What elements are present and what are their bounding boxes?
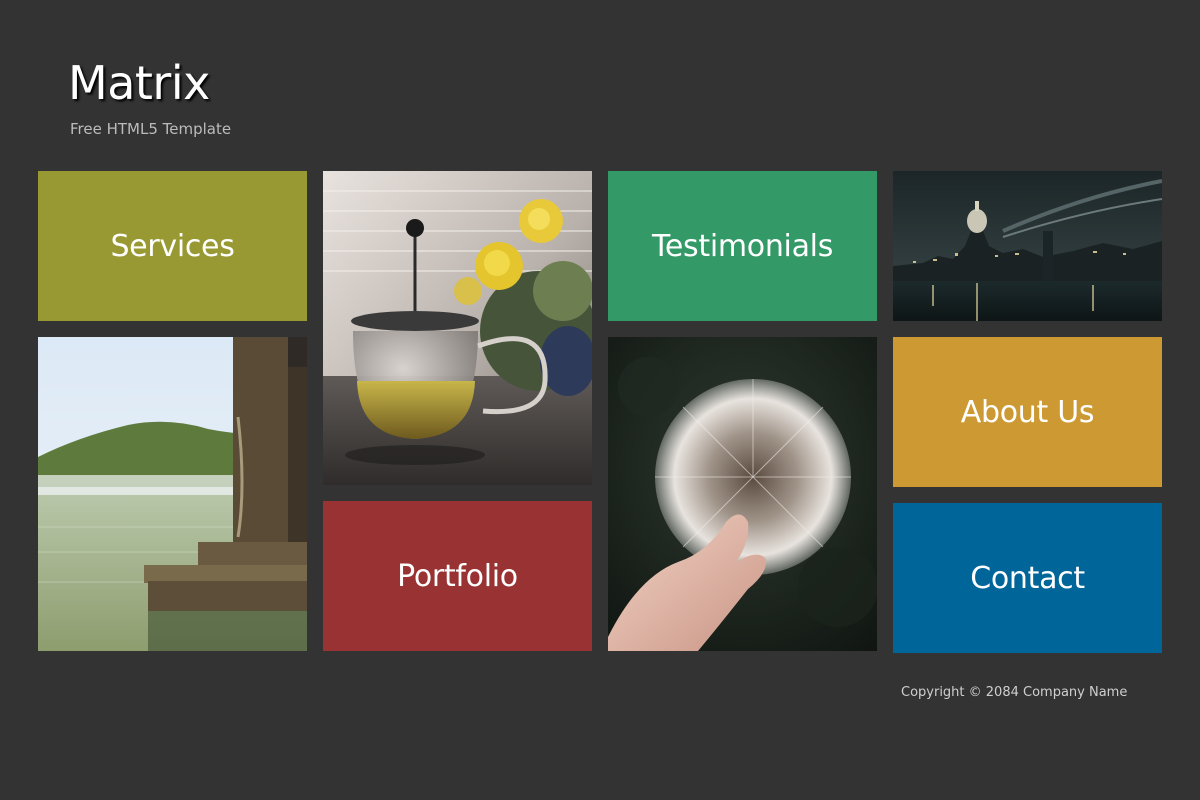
dandelion-image [608, 337, 877, 651]
contact-label: Contact [970, 560, 1085, 596]
site-tagline: Free HTML5 Template [70, 120, 232, 138]
testimonials-tile[interactable]: Testimonials [608, 171, 877, 321]
city-night-image [893, 171, 1162, 321]
portfolio-label: Portfolio [397, 558, 518, 594]
portfolio-tile[interactable]: Portfolio [323, 501, 592, 651]
city-night-photo[interactable] [893, 171, 1162, 321]
footer-copyright: Copyright © 2084 Company Name [901, 685, 1128, 700]
lake-dock-photo[interactable] [38, 337, 307, 651]
services-label: Services [110, 228, 235, 264]
about-us-tile[interactable]: About Us [893, 337, 1162, 487]
dandelion-photo[interactable] [608, 337, 877, 651]
tea-press-image [323, 171, 592, 485]
page: Matrix Free HTML5 Template Services Test… [0, 0, 1200, 800]
about-us-label: About Us [960, 394, 1095, 430]
testimonials-label: Testimonials [651, 228, 834, 264]
services-tile[interactable]: Services [38, 171, 307, 321]
site-title[interactable]: Matrix [68, 56, 210, 110]
lake-dock-image [38, 337, 307, 651]
tea-press-photo[interactable] [323, 171, 592, 485]
contact-tile[interactable]: Contact [893, 503, 1162, 653]
